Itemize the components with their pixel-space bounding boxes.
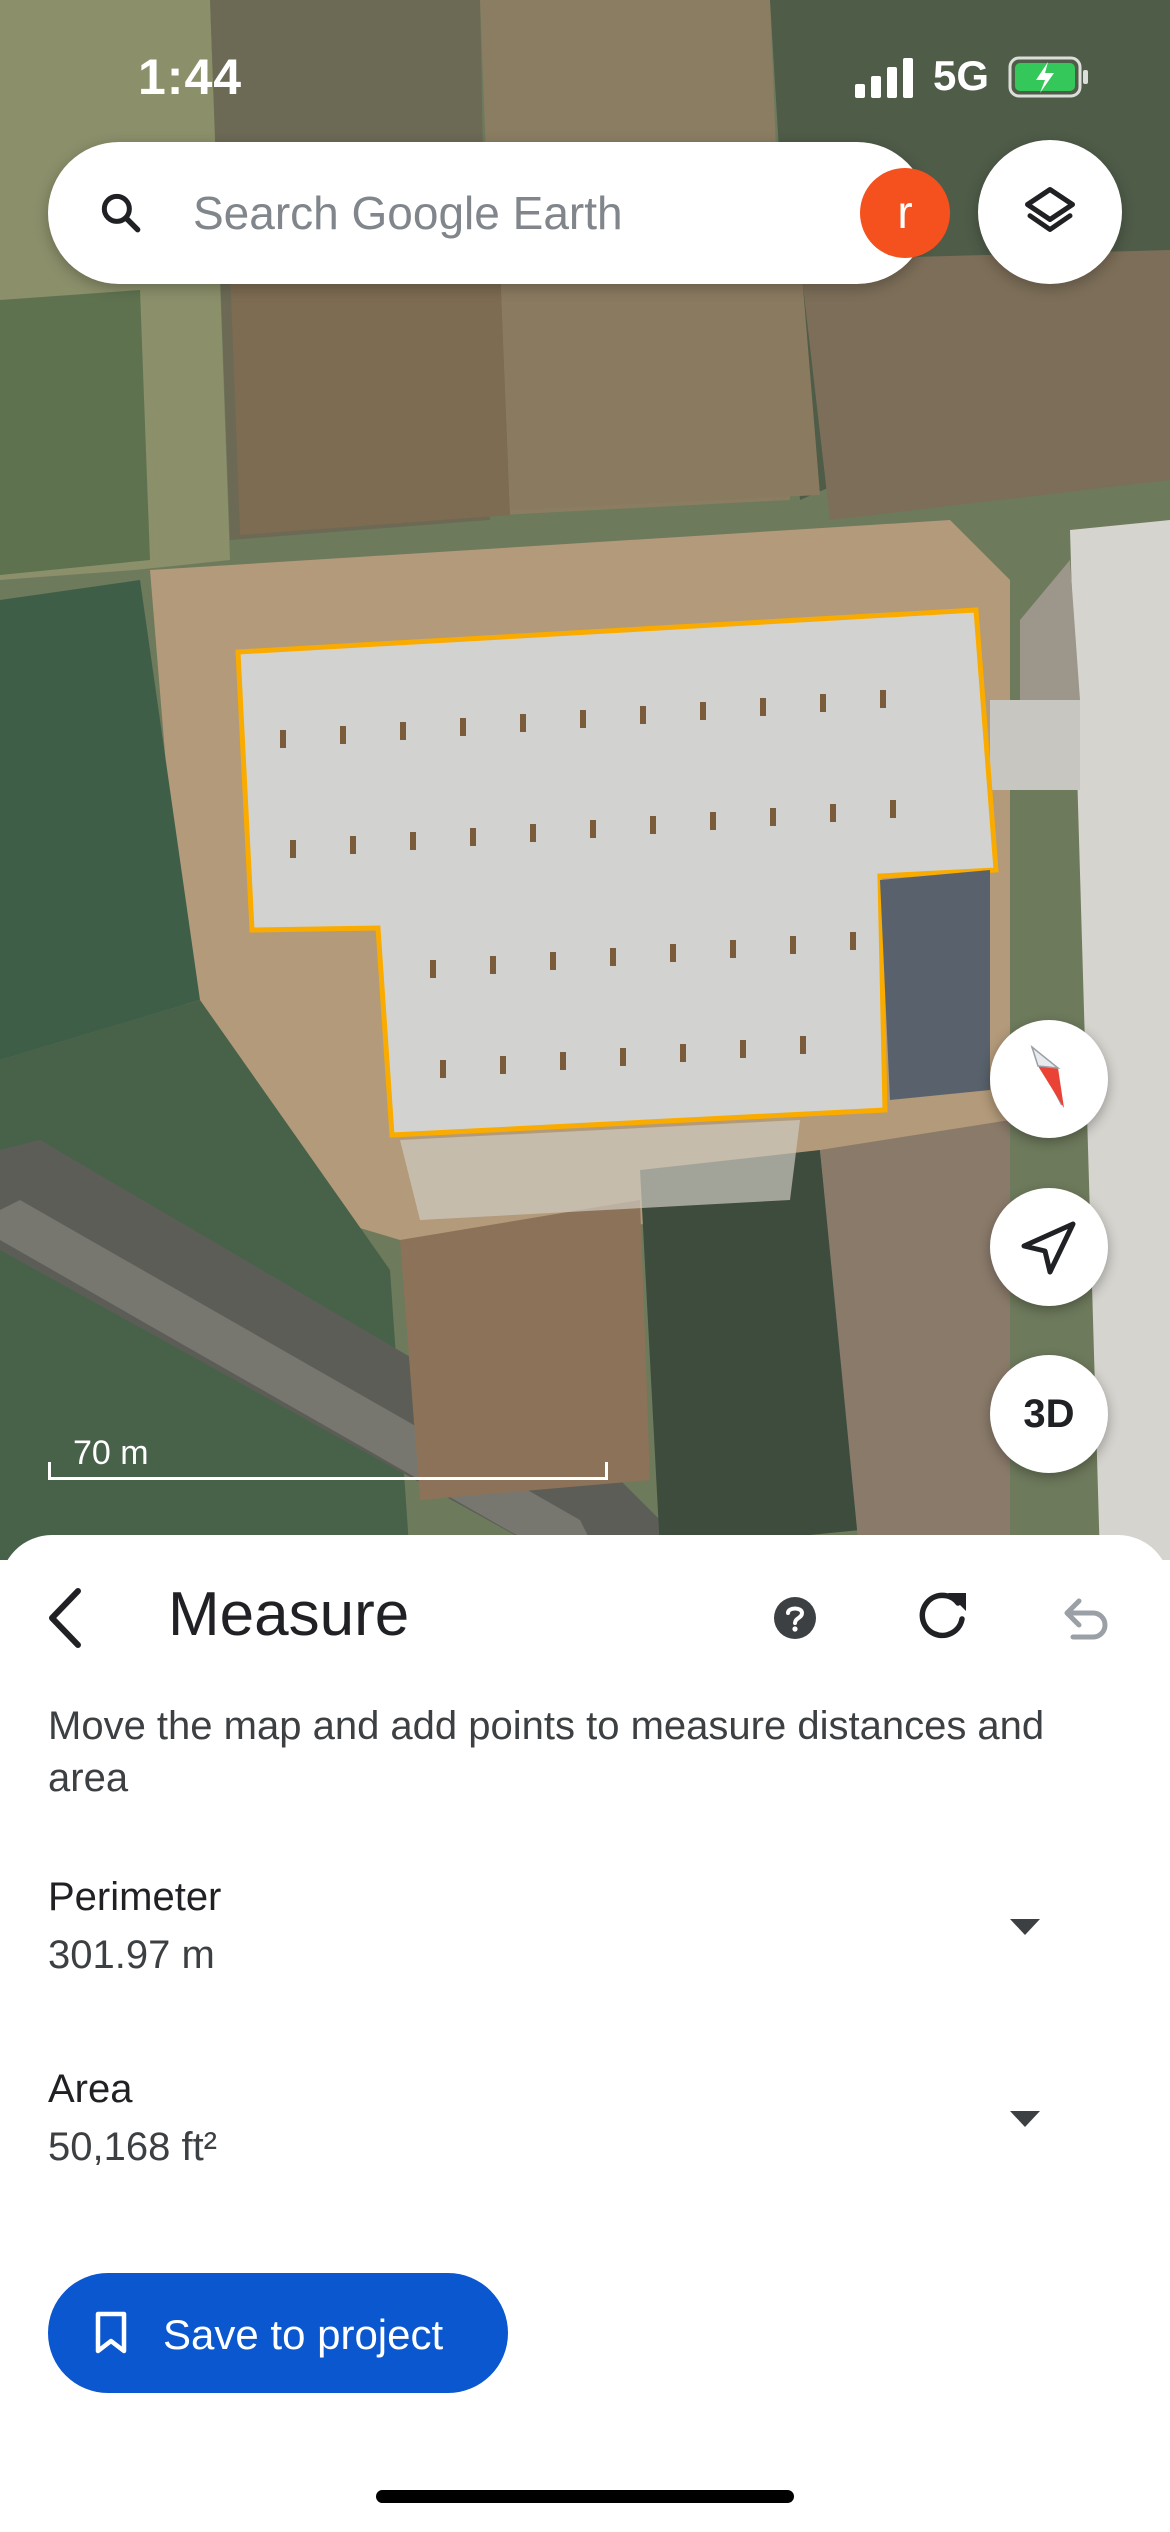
search-bar[interactable]: Search Google Earth r (48, 142, 950, 284)
measure-description: Move the map and add points to measure d… (48, 1704, 1045, 1800)
view-3d-button[interactable]: 3D (990, 1355, 1108, 1473)
area-chevron-down-icon[interactable] (1008, 2109, 1042, 2129)
refresh-icon[interactable] (912, 1587, 972, 1647)
search-input[interactable]: Search Google Earth (193, 186, 623, 240)
signal-icon (855, 58, 913, 98)
perimeter-chevron-down-icon[interactable] (1008, 1917, 1042, 1937)
network-label: 5G (933, 52, 990, 99)
area-label: Area (48, 2067, 133, 2111)
layers-icon (1025, 187, 1075, 232)
layers-button[interactable] (978, 140, 1122, 284)
compass-button[interactable] (990, 1020, 1108, 1138)
my-location-button[interactable] (990, 1188, 1108, 1306)
my-location-icon (1021, 1221, 1076, 1275)
compass-icon (1030, 1044, 1064, 1108)
area-value: 50,168 ft² (48, 2125, 218, 2169)
help-icon[interactable] (772, 1595, 818, 1641)
home-indicator[interactable] (376, 2490, 794, 2503)
undo-icon[interactable] (1055, 1591, 1111, 1647)
status-bar: 1:44 5G (0, 0, 1170, 150)
save-to-project-button[interactable]: Save to project (48, 2273, 508, 2393)
save-button-label: Save to project (163, 2311, 444, 2358)
status-time: 1:44 (138, 49, 243, 105)
measure-sheet: Measure Move the map and add points to m… (0, 1535, 1170, 2532)
perimeter-label: Perimeter (48, 1875, 222, 1919)
scale-line (48, 1462, 608, 1480)
search-icon (101, 193, 141, 233)
avatar[interactable]: r (860, 168, 950, 258)
back-icon[interactable] (42, 1585, 92, 1651)
battery-icon (1008, 56, 1088, 98)
page-title: Measure (168, 1580, 410, 1649)
perimeter-value: 301.97 m (48, 1933, 215, 1977)
scale-bar: 70 m (48, 1432, 610, 1484)
satellite-map[interactable]: 1:44 5G Search Google Earth r 3D 70 m (0, 0, 1170, 1560)
bookmark-icon (95, 2311, 127, 2354)
